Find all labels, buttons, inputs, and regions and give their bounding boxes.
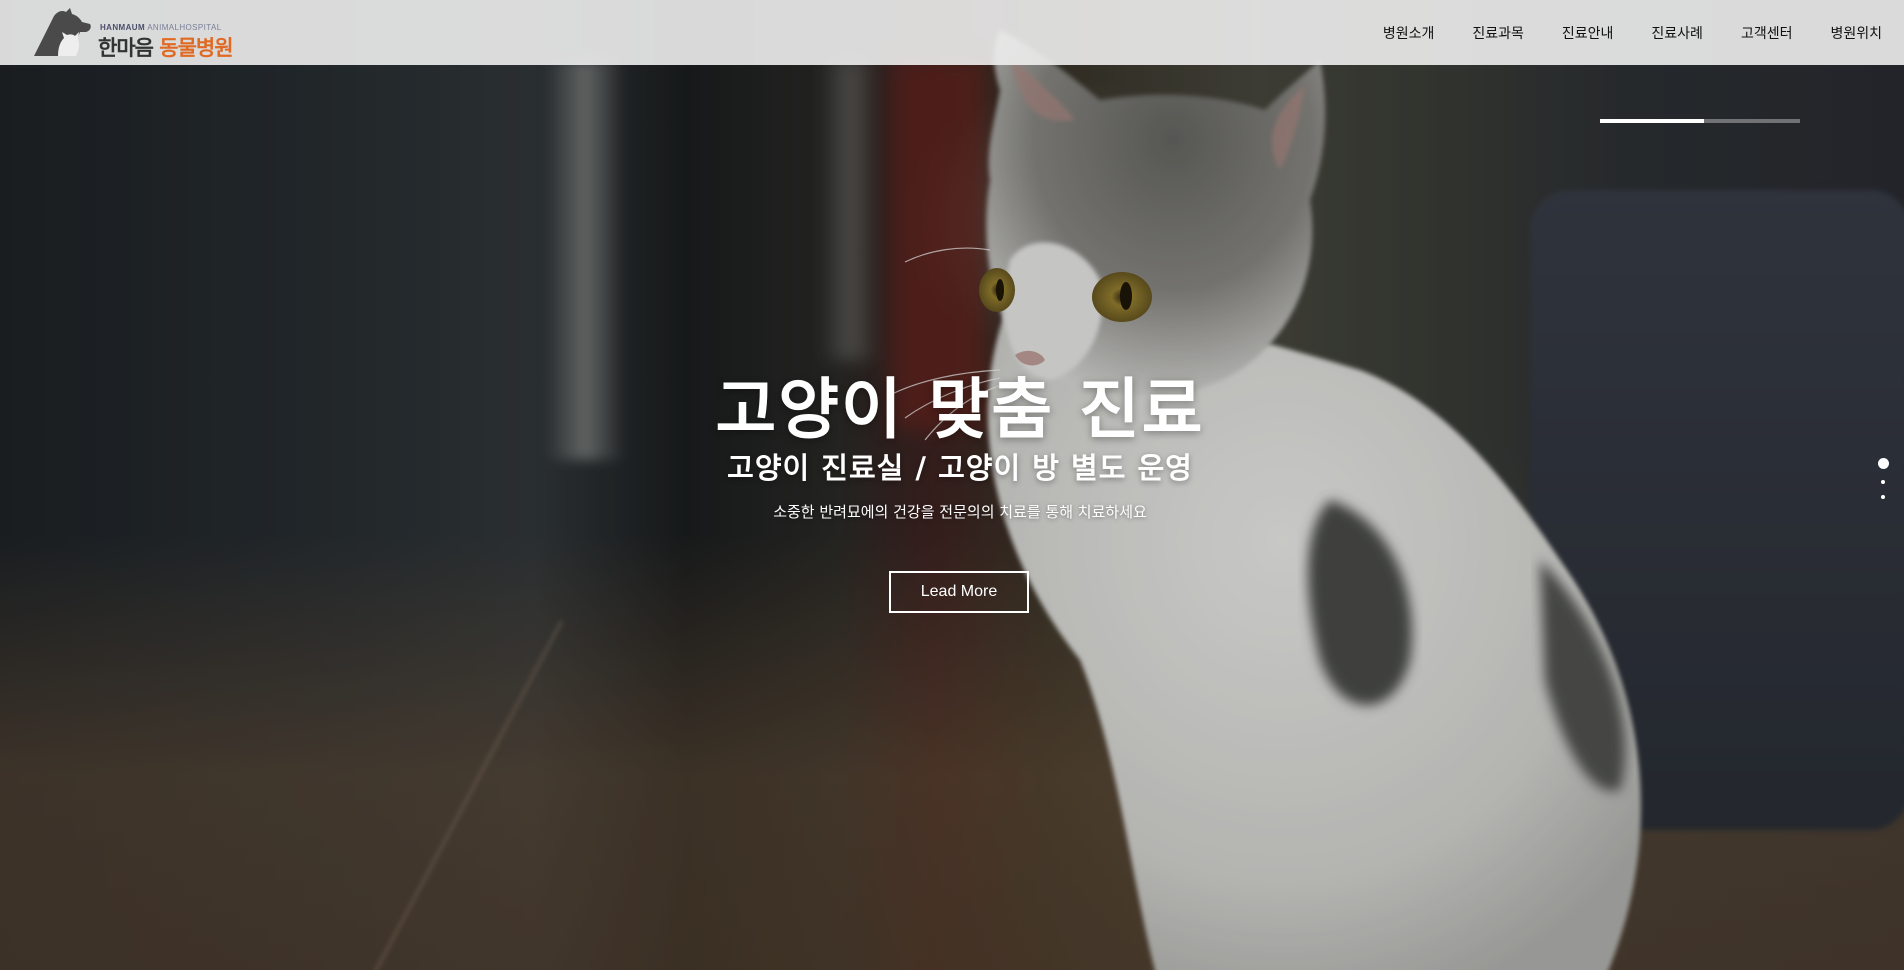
nav-item-cases[interactable]: 진료사례: [1651, 23, 1703, 43]
slide-progress-fill: [1600, 119, 1704, 123]
hero-copy: 고양이 맞춤 진료 고양이 진료실 / 고양이 방 별도 운영 소중한 반려묘에…: [0, 370, 1904, 524]
logo-english-bold: HANMAUM: [100, 23, 146, 32]
nav-item-guide[interactable]: 진료안내: [1562, 23, 1614, 43]
logo-english-light: ANIMALHOSPITAL: [145, 23, 222, 32]
hero-title: 고양이 맞춤 진료: [715, 371, 1205, 448]
site-logo[interactable]: HANMAUM ANIMALHOSPITAL 한마음 동물병원: [32, 6, 242, 60]
slide-pager: [1876, 458, 1890, 499]
pager-dot[interactable]: [1881, 480, 1885, 484]
logo-korean-name: 한마음 동물병원: [98, 32, 234, 62]
nav-item-customer-center[interactable]: 고객센터: [1741, 23, 1793, 43]
site-header: HANMAUM ANIMALHOSPITAL 한마음 동물병원 병원소개 진료과…: [0, 0, 1904, 65]
nav-item-location[interactable]: 병원위치: [1830, 23, 1882, 43]
dog-cat-silhouette-logo-icon: [34, 8, 91, 56]
slide-progress-bar: [1600, 119, 1800, 123]
pager-dot[interactable]: [1877, 458, 1889, 469]
nav-item-departments[interactable]: 진료과목: [1472, 23, 1524, 43]
logo-title-part2: 동물병원: [152, 36, 233, 60]
pager-dot[interactable]: [1881, 495, 1885, 499]
nav-item-about[interactable]: 병원소개: [1383, 23, 1435, 43]
lead-more-button[interactable]: Lead More: [889, 571, 1029, 613]
main-navigation: 병원소개 진료과목 진료안내 진료사례 고객센터 병원위치: [1345, 0, 1882, 65]
hero-subtitle: 고양이 진료실 / 고양이 방 별도 운영: [727, 451, 1193, 485]
logo-english-name: HANMAUM ANIMALHOSPITAL: [100, 23, 222, 32]
logo-title-part1: 한마음: [98, 36, 154, 60]
hero-description: 소중한 반려묘에의 건강을 전문의의 치료를 통해 치료하세요: [773, 503, 1147, 521]
